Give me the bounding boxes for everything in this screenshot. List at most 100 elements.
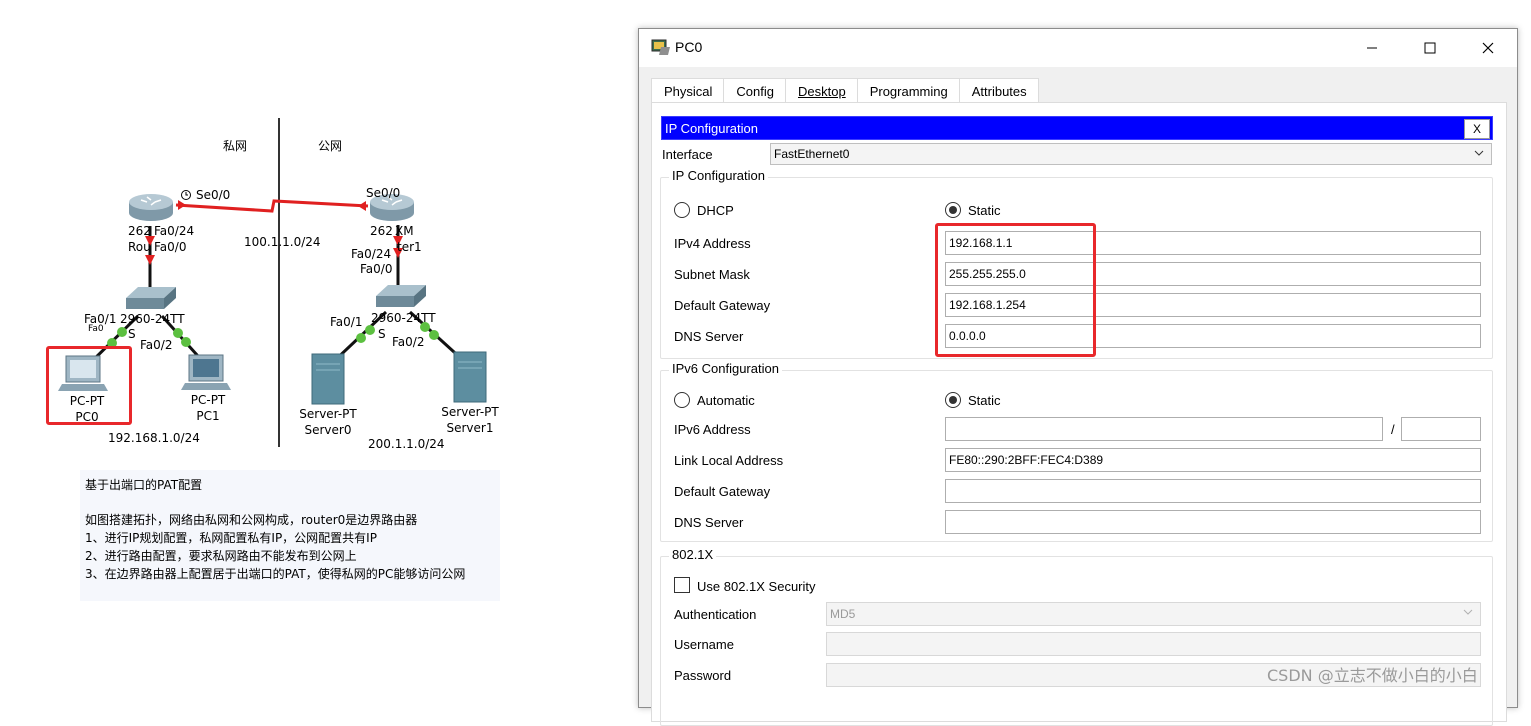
switch0-port-right: Fa0/2 xyxy=(140,338,173,352)
ipv6-group-title: IPv6 Configuration xyxy=(669,361,782,376)
router1-name: ter1 xyxy=(397,240,422,254)
router1-se-port: Se0/0 xyxy=(366,186,401,200)
maximize-icon xyxy=(1424,42,1436,54)
close-button[interactable] xyxy=(1459,29,1517,67)
switch1-port-right: Fa0/2 xyxy=(392,335,425,349)
tab-physical[interactable]: Physical xyxy=(651,78,725,102)
pc1-name: PC1 xyxy=(196,409,220,423)
dhcp-radio[interactable] xyxy=(674,202,690,218)
server0-name: Server0 xyxy=(304,423,352,437)
pc0-highlight xyxy=(46,346,132,425)
authentication-value: MD5 xyxy=(830,607,856,621)
zone-private-label: 私网 xyxy=(223,139,248,153)
router0-name: Rou xyxy=(128,240,151,254)
switch1-model: 2960-24TT xyxy=(371,311,436,325)
router0-fa024: Fa0/24 xyxy=(154,224,195,238)
tab-attributes[interactable]: Attributes xyxy=(958,78,1039,102)
password-label: Password xyxy=(674,668,732,683)
router0-fa-port: Fa0/0 xyxy=(154,240,187,254)
note-title: 基于出端口的PAT配置 xyxy=(85,478,203,492)
chevron-down-icon xyxy=(1474,150,1484,156)
tab-programming[interactable]: Programming xyxy=(856,78,960,102)
static-radio[interactable] xyxy=(945,202,961,218)
ip-config-header-title: IP Configuration xyxy=(665,121,758,136)
username-label: Username xyxy=(674,637,734,652)
pc0-window: PC0 Physical Config Desktop Programming … xyxy=(638,28,1518,726)
switch0-model: 2960-24TT xyxy=(120,312,185,326)
ipv6-dns-input[interactable] xyxy=(945,510,1481,534)
router1-fa-port: Fa0/0 xyxy=(360,262,393,276)
ipv6-gateway-label: Default Gateway xyxy=(674,484,771,499)
ipv4-address-label: IPv4 Address xyxy=(674,236,751,251)
ip-config-header: IP Configuration X xyxy=(661,116,1493,140)
note-line: 1、进行IP规划配置，私网配置私有IP，公网配置共有IP xyxy=(85,531,377,545)
switch1-port-left: Fa0/1 xyxy=(330,315,363,329)
ipv6-static-radio[interactable] xyxy=(945,392,961,408)
ipv6-dns-label: DNS Server xyxy=(674,515,744,530)
ipv6-address-input[interactable] xyxy=(945,417,1383,441)
ipv6-automatic-label: Automatic xyxy=(697,393,755,408)
router1-model-suffix: XM xyxy=(395,224,414,238)
interface-value: FastEthernet0 xyxy=(774,147,850,161)
task-note: 基于出端口的PAT配置 如图搭建拓扑，网络由私网和公网构成，router0是边界… xyxy=(80,470,500,601)
link-local-input[interactable]: FE80::290:2BFF:FEC4:D389 xyxy=(945,448,1481,472)
ipv6-static-label: Static xyxy=(968,393,1001,408)
authentication-select[interactable]: MD5 xyxy=(826,602,1481,626)
tab-bar: Physical Config Desktop Programming Attr… xyxy=(651,78,1039,102)
public-network-label: 200.1.1.0/24 xyxy=(368,437,445,451)
ipv6-address-label: IPv6 Address xyxy=(674,422,751,437)
ip-fields-highlight xyxy=(935,223,1096,357)
switch0-icon xyxy=(126,287,176,309)
zone-public-label: 公网 xyxy=(318,139,343,153)
dns-server-label: DNS Server xyxy=(674,329,744,344)
router0-model: 262 xyxy=(128,224,151,238)
switch0-fa0-label: Fa0 xyxy=(88,324,104,334)
server1-type: Server-PT xyxy=(441,405,499,419)
router1-fa024: Fa0/24 xyxy=(351,247,392,261)
tab-desktop[interactable]: Desktop xyxy=(785,78,858,102)
switch1-icon xyxy=(376,285,426,307)
pc-app-icon xyxy=(651,39,670,55)
static-label: Static xyxy=(968,203,1001,218)
server1-name: Server1 xyxy=(446,421,494,435)
subnet-mask-label: Subnet Mask xyxy=(674,267,750,282)
ipv6-automatic-radio[interactable] xyxy=(674,392,690,408)
dhcp-label: DHCP xyxy=(697,203,734,218)
chevron-down-icon xyxy=(1463,609,1473,615)
switch1-name: S xyxy=(378,327,386,341)
window-title: PC0 xyxy=(675,39,703,55)
prefix-separator: / xyxy=(1391,422,1395,437)
pc1-type: PC-PT xyxy=(190,393,226,407)
minimize-button[interactable] xyxy=(1343,29,1401,67)
router0-se-port: Se0/0 xyxy=(196,188,231,202)
maximize-button[interactable] xyxy=(1401,29,1459,67)
use-8021x-label: Use 802.1X Security xyxy=(697,579,816,594)
close-icon xyxy=(1482,42,1494,54)
server0-type: Server-PT xyxy=(299,407,357,421)
server1-icon xyxy=(453,351,487,403)
desktop-panel: IP Configuration X Interface FastEtherne… xyxy=(651,102,1507,726)
link-local-label: Link Local Address xyxy=(674,453,784,468)
use-8021x-checkbox[interactable] xyxy=(674,577,690,593)
router1-model: 262 xyxy=(370,224,393,238)
ipv6-gateway-input[interactable] xyxy=(945,479,1481,503)
private-network-label: 192.168.1.0/24 xyxy=(108,431,200,445)
pc1-icon xyxy=(181,354,231,390)
csdn-watermark: CSDN @立志不做小白的小白 xyxy=(1267,666,1478,685)
dot1x-group-title: 802.1X xyxy=(669,547,717,562)
default-gateway-label: Default Gateway xyxy=(674,298,771,313)
topology-canvas[interactable]: 私网 公网 Se0/0 262 Fa0/24 Rou Fa0/0 100.1.1… xyxy=(0,0,620,692)
wan-network-label: 100.1.1.0/24 xyxy=(244,235,321,249)
username-input[interactable] xyxy=(826,632,1481,656)
note-line: 如图搭建拓扑，网络由私网和公网构成，router0是边界路由器 xyxy=(85,513,418,527)
ipv4-group-title: IP Configuration xyxy=(669,168,768,183)
router0-icon xyxy=(129,194,173,221)
note-line: 3、在边界路由器上配置居于出端口的PAT，使得私网的PC能够访问公网 xyxy=(85,567,466,581)
serial-link xyxy=(175,199,369,213)
interface-select[interactable]: FastEthernet0 xyxy=(770,143,1492,165)
ipv6-prefix-input[interactable] xyxy=(1401,417,1481,441)
server0-icon xyxy=(311,353,345,405)
title-bar[interactable]: PC0 xyxy=(639,29,1517,67)
ip-config-close-button[interactable]: X xyxy=(1464,119,1490,139)
tab-config[interactable]: Config xyxy=(723,78,786,102)
